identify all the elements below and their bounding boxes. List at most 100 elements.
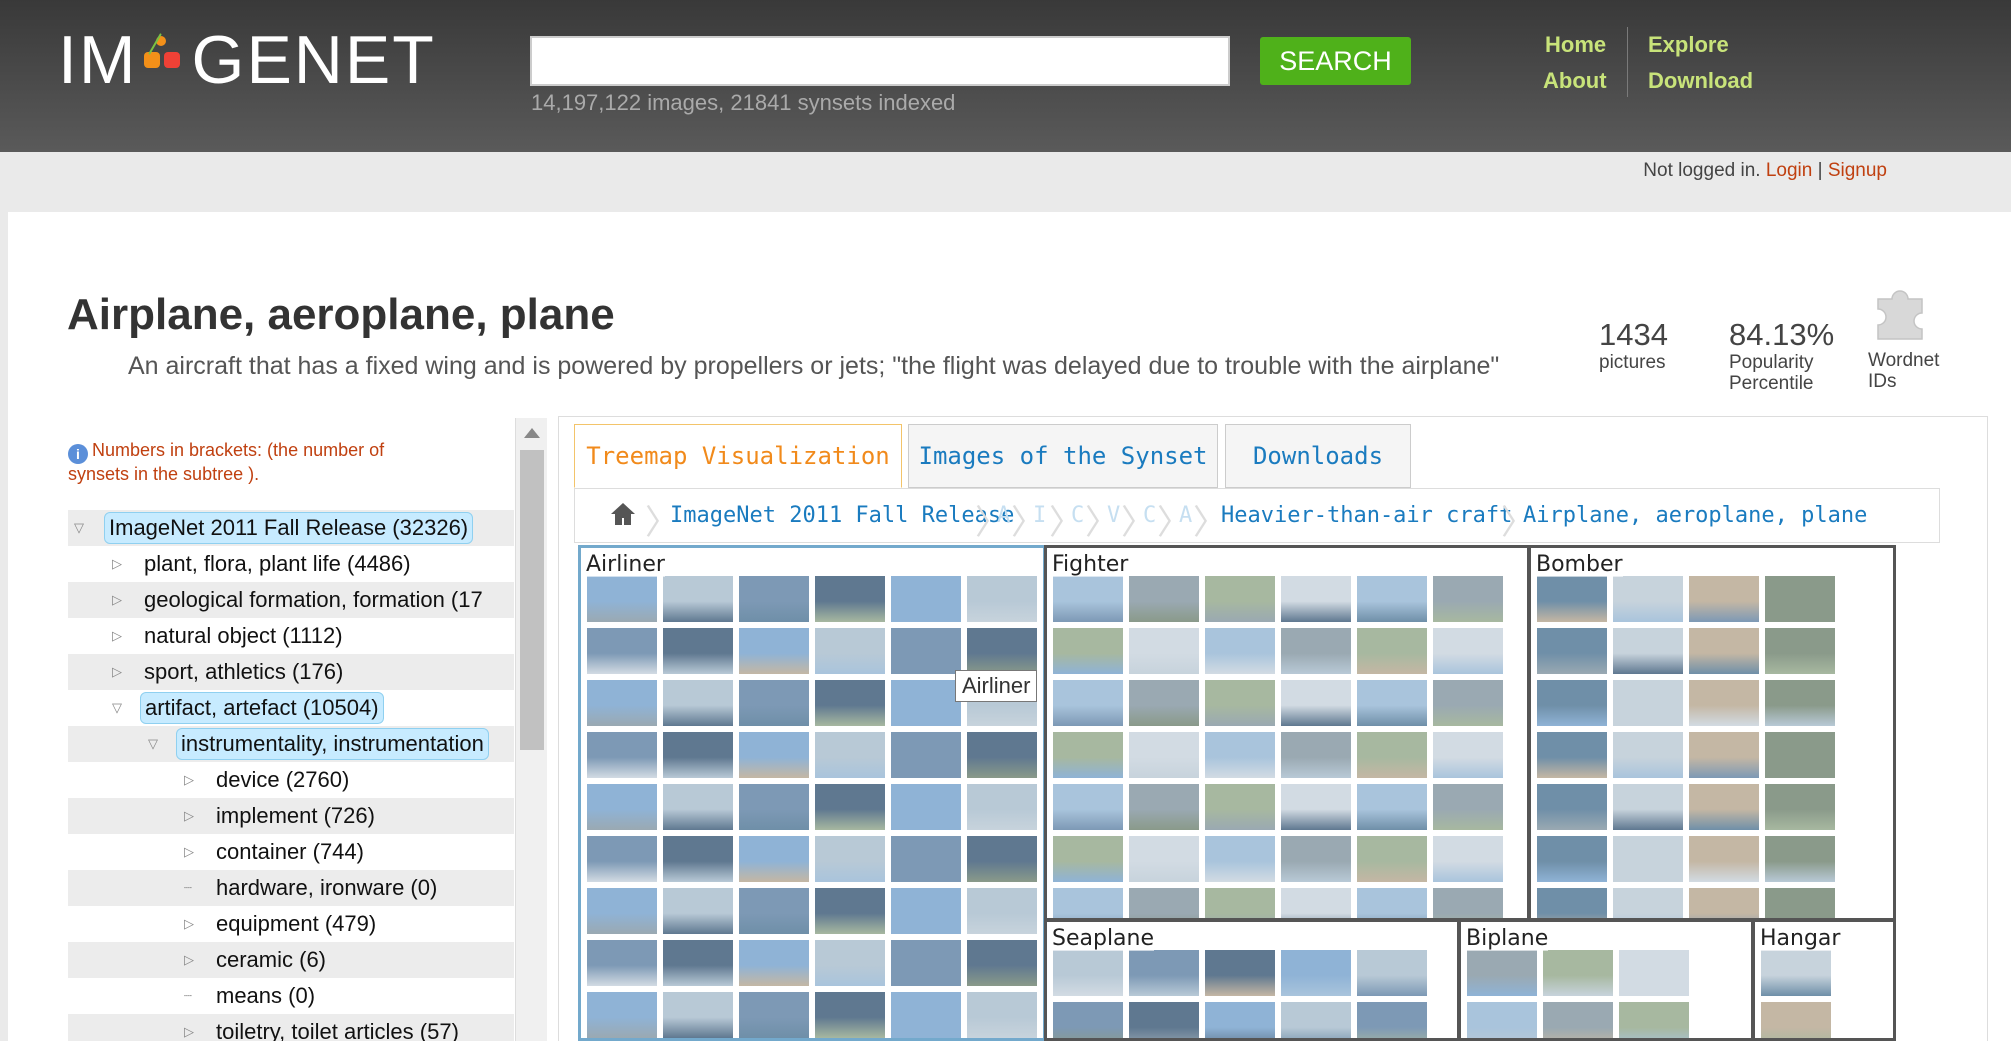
tree-item[interactable]: ▷ container (744): [68, 834, 514, 870]
nav-home-link[interactable]: Home: [1545, 32, 1606, 58]
aircraft-thumbnail[interactable]: [1543, 1002, 1613, 1038]
scrollbar-thumb[interactable]: [520, 450, 544, 750]
login-link[interactable]: Login: [1766, 160, 1813, 181]
aircraft-thumbnail[interactable]: [587, 784, 657, 830]
aircraft-thumbnail[interactable]: [891, 732, 961, 778]
tree-item-label[interactable]: equipment (479): [212, 909, 380, 939]
aircraft-thumbnail[interactable]: [1053, 836, 1123, 882]
aircraft-thumbnail[interactable]: [967, 992, 1037, 1038]
tree-item[interactable]: ▷ device (2760): [68, 762, 514, 798]
aircraft-thumbnail[interactable]: [663, 992, 733, 1038]
home-icon[interactable]: [609, 501, 637, 527]
aircraft-thumbnail[interactable]: [1433, 576, 1503, 622]
aircraft-thumbnail[interactable]: [1053, 1002, 1123, 1038]
scroll-up-icon[interactable]: [524, 428, 540, 438]
imagenet-logo[interactable]: IM GENET: [58, 22, 436, 98]
aircraft-thumbnail[interactable]: [663, 784, 733, 830]
aircraft-thumbnail[interactable]: [1467, 950, 1537, 996]
aircraft-thumbnail[interactable]: [587, 628, 657, 674]
tree-item-label[interactable]: instrumentality, instrumentation: [176, 728, 489, 760]
aircraft-thumbnail[interactable]: [739, 992, 809, 1038]
aircraft-thumbnail[interactable]: [1205, 576, 1275, 622]
aircraft-thumbnail[interactable]: [739, 680, 809, 726]
aircraft-thumbnail[interactable]: [967, 732, 1037, 778]
tree-item-label[interactable]: artifact, artefact (10504): [140, 692, 384, 724]
aircraft-thumbnail[interactable]: [1357, 680, 1427, 726]
aircraft-thumbnail[interactable]: [815, 576, 885, 622]
tree-item-label[interactable]: hardware, ironware (0): [212, 873, 441, 903]
tree-item[interactable]: ▷ toiletry, toilet articles (57): [68, 1014, 514, 1041]
treemap-hangar[interactable]: Hangar: [1752, 919, 1896, 1041]
aircraft-thumbnail[interactable]: [1129, 680, 1199, 726]
aircraft-thumbnail[interactable]: [1129, 950, 1199, 996]
aircraft-thumbnail[interactable]: [739, 784, 809, 830]
tree-item[interactable]: ▷ sport, athletics (176): [68, 654, 514, 690]
aircraft-thumbnail[interactable]: [891, 992, 961, 1038]
aircraft-thumbnail[interactable]: [1205, 836, 1275, 882]
aircraft-thumbnail[interactable]: [663, 576, 733, 622]
aircraft-thumbnail[interactable]: [1281, 1002, 1351, 1038]
treemap-fighter[interactable]: Fighter: [1044, 545, 1530, 921]
aircraft-thumbnail[interactable]: [1129, 576, 1199, 622]
aircraft-thumbnail[interactable]: [587, 888, 657, 934]
aircraft-thumbnail[interactable]: [1761, 1002, 1831, 1038]
aircraft-thumbnail[interactable]: [1537, 628, 1607, 674]
tab-images[interactable]: Images of the Synset: [908, 424, 1218, 488]
aircraft-thumbnail[interactable]: [1537, 576, 1607, 622]
breadcrumb-truncated[interactable]: I: [1033, 503, 1046, 528]
aircraft-thumbnail[interactable]: [891, 836, 961, 882]
aircraft-thumbnail[interactable]: [1433, 680, 1503, 726]
tree-item[interactable]: ┈ means (0): [68, 978, 514, 1014]
tree-item[interactable]: ▷ natural object (1112): [68, 618, 514, 654]
aircraft-thumbnail[interactable]: [1357, 950, 1427, 996]
aircraft-thumbnail[interactable]: [1281, 888, 1351, 918]
tree-item[interactable]: ▷ plant, flora, plant life (4486): [68, 546, 514, 582]
breadcrumb-heavier[interactable]: Heavier-than-air craft: [1221, 503, 1512, 528]
aircraft-thumbnail[interactable]: [1053, 628, 1123, 674]
search-button[interactable]: SEARCH: [1260, 37, 1411, 85]
aircraft-thumbnail[interactable]: [1281, 576, 1351, 622]
aircraft-thumbnail[interactable]: [663, 836, 733, 882]
tree-item-label[interactable]: plant, flora, plant life (4486): [140, 549, 415, 579]
aircraft-thumbnail[interactable]: [1689, 628, 1759, 674]
breadcrumb-truncated[interactable]: C: [1143, 503, 1156, 528]
aircraft-thumbnail[interactable]: [663, 732, 733, 778]
aircraft-thumbnail[interactable]: [587, 732, 657, 778]
aircraft-thumbnail[interactable]: [1537, 680, 1607, 726]
aircraft-thumbnail[interactable]: [1205, 732, 1275, 778]
search-input[interactable]: [530, 36, 1230, 86]
aircraft-thumbnail[interactable]: [891, 888, 961, 934]
tree-item[interactable]: ▽ instrumentality, instrumentation: [68, 726, 514, 762]
aircraft-thumbnail[interactable]: [739, 576, 809, 622]
tree-item[interactable]: ▷ ceramic (6): [68, 942, 514, 978]
breadcrumb-truncated[interactable]: A: [997, 503, 1010, 528]
tree-item[interactable]: ▷ implement (726): [68, 798, 514, 834]
aircraft-thumbnail[interactable]: [1765, 732, 1835, 778]
tree-item-label[interactable]: ImageNet 2011 Fall Release (32326): [104, 512, 474, 544]
aircraft-thumbnail[interactable]: [1689, 732, 1759, 778]
aircraft-thumbnail[interactable]: [891, 784, 961, 830]
aircraft-thumbnail[interactable]: [1357, 628, 1427, 674]
aircraft-thumbnail[interactable]: [891, 628, 961, 674]
aircraft-thumbnail[interactable]: [587, 680, 657, 726]
aircraft-thumbnail[interactable]: [587, 940, 657, 986]
puzzle-piece-icon[interactable]: [1872, 285, 1930, 343]
aircraft-thumbnail[interactable]: [1433, 628, 1503, 674]
signup-link[interactable]: Signup: [1828, 160, 1887, 181]
aircraft-thumbnail[interactable]: [1357, 576, 1427, 622]
aircraft-thumbnail[interactable]: [1357, 888, 1427, 918]
aircraft-thumbnail[interactable]: [739, 628, 809, 674]
aircraft-thumbnail[interactable]: [1613, 628, 1683, 674]
aircraft-thumbnail[interactable]: [1537, 888, 1607, 918]
tree-item-label[interactable]: natural object (1112): [140, 621, 347, 651]
treemap-bomber[interactable]: Bomber: [1528, 545, 1896, 921]
tree-item-label[interactable]: ceramic (6): [212, 945, 330, 975]
tab-downloads[interactable]: Downloads: [1225, 424, 1411, 488]
aircraft-thumbnail[interactable]: [1129, 784, 1199, 830]
treemap-biplane[interactable]: Biplane: [1458, 919, 1754, 1041]
aircraft-thumbnail[interactable]: [1053, 576, 1123, 622]
aircraft-thumbnail[interactable]: [1467, 1002, 1537, 1038]
aircraft-thumbnail[interactable]: [967, 888, 1037, 934]
aircraft-thumbnail[interactable]: [1689, 836, 1759, 882]
tree-item-label[interactable]: sport, athletics (176): [140, 657, 347, 687]
